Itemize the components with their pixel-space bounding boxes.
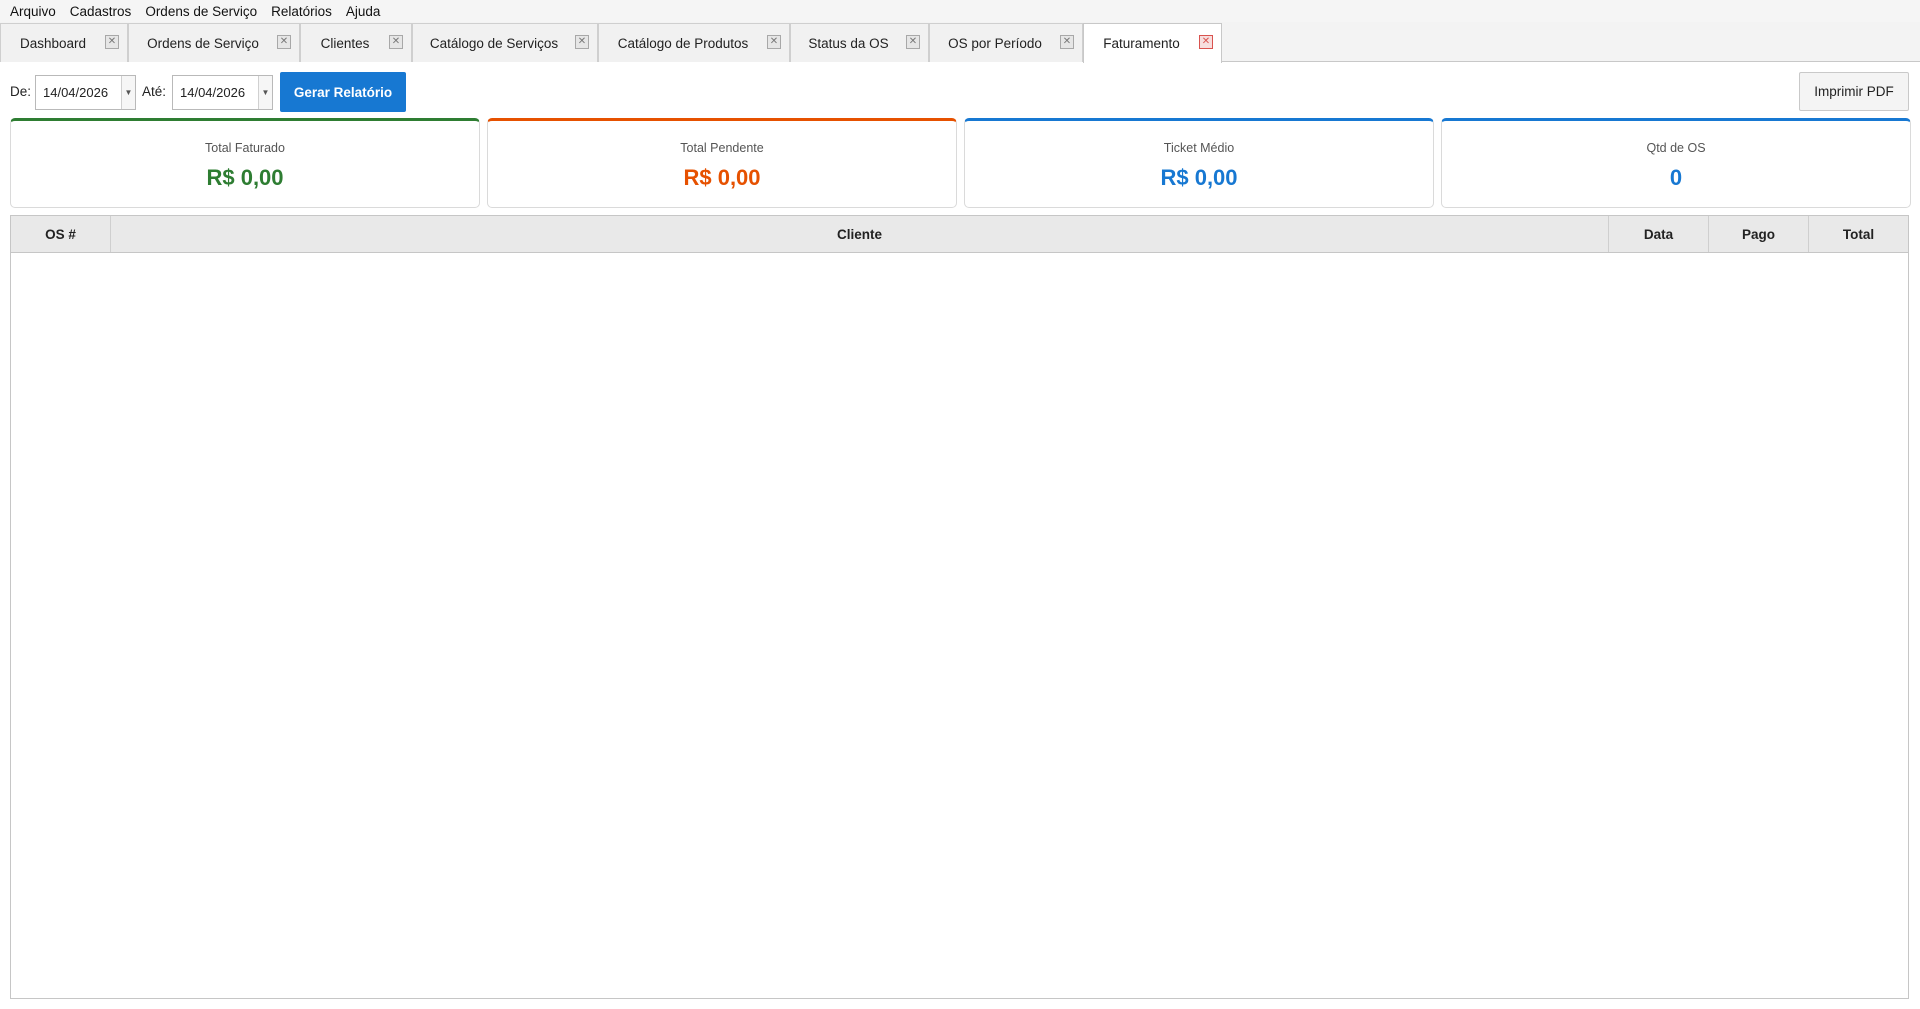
tab-label: Ordens de Serviço	[147, 35, 259, 51]
close-icon[interactable]: ✕	[767, 35, 781, 49]
chevron-down-icon[interactable]: ▼	[121, 76, 135, 109]
tab-catalogo-de-produtos[interactable]: Catálogo de Produtos ✕	[598, 23, 790, 62]
from-date-picker[interactable]: 14/04/2026 ▼	[35, 75, 136, 110]
menu-cadastros[interactable]: Cadastros	[64, 4, 138, 19]
column-header-data[interactable]: Data	[1609, 216, 1709, 252]
menu-arquivo[interactable]: Arquivo	[4, 4, 62, 19]
tab-ordens-de-servico[interactable]: Ordens de Serviço ✕	[128, 23, 300, 62]
menu-relatorios[interactable]: Relatórios	[265, 4, 338, 19]
tab-bar: Dashboard ✕ Ordens de Serviço ✕ Clientes…	[0, 22, 1920, 63]
print-pdf-button[interactable]: Imprimir PDF	[1799, 72, 1909, 111]
to-date-value: 14/04/2026	[180, 85, 246, 100]
tab-status-da-os[interactable]: Status da OS ✕	[790, 23, 929, 62]
card-value: R$ 0,00	[683, 165, 761, 190]
tab-faturamento[interactable]: Faturamento ✕	[1083, 23, 1222, 63]
card-total-faturado: Total Faturado R$ 0,00	[10, 118, 480, 208]
close-icon[interactable]: ✕	[389, 35, 403, 49]
chevron-down-icon[interactable]: ▼	[258, 76, 272, 109]
menu-ajuda[interactable]: Ajuda	[340, 4, 387, 19]
tab-catalogo-de-servicos[interactable]: Catálogo de Serviços ✕	[412, 23, 598, 62]
to-date-picker[interactable]: 14/04/2026 ▼	[172, 75, 273, 110]
close-icon[interactable]: ✕	[277, 35, 291, 49]
from-date-value: 14/04/2026	[43, 85, 109, 100]
table-header: OS # Cliente Data Pago Total	[11, 216, 1908, 253]
menu-bar: Arquivo Cadastros Ordens de Serviço Rela…	[0, 0, 1920, 22]
close-icon[interactable]: ✕	[575, 35, 589, 49]
card-label: Ticket Médio	[1163, 141, 1235, 155]
to-date-label: Até:	[142, 84, 167, 99]
column-header-total[interactable]: Total	[1809, 216, 1908, 252]
card-value: R$ 0,00	[1160, 165, 1238, 190]
card-value: R$ 0,00	[206, 165, 284, 190]
column-header-os[interactable]: OS #	[11, 216, 111, 252]
card-label: Total Pendente	[680, 141, 764, 155]
close-icon[interactable]: ✕	[906, 35, 920, 49]
close-icon[interactable]: ✕	[105, 35, 119, 49]
card-ticket-medio: Ticket Médio R$ 0,00	[964, 118, 1434, 208]
column-header-pago[interactable]: Pago	[1709, 216, 1809, 252]
card-label: Qtd de OS	[1646, 141, 1706, 155]
tab-clientes[interactable]: Clientes ✕	[300, 23, 412, 62]
tab-os-por-periodo[interactable]: OS por Período ✕	[929, 23, 1083, 62]
billing-table[interactable]: OS # Cliente Data Pago Total	[10, 215, 1909, 999]
close-icon[interactable]: ✕	[1199, 35, 1213, 49]
menu-ordens-de-servico[interactable]: Ordens de Serviço	[139, 4, 263, 19]
column-header-cliente[interactable]: Cliente	[111, 216, 1609, 252]
card-qtd-de-os: Qtd de OS 0	[1441, 118, 1911, 208]
tab-dashboard[interactable]: Dashboard ✕	[0, 23, 128, 62]
card-total-pendente: Total Pendente R$ 0,00	[487, 118, 957, 208]
generate-report-button[interactable]: Gerar Relatório	[280, 72, 406, 112]
tab-label: Catálogo de Serviços	[429, 35, 559, 51]
close-icon[interactable]: ✕	[1060, 35, 1074, 49]
tab-label: Catálogo de Produtos	[617, 35, 749, 51]
card-label: Total Faturado	[205, 141, 285, 155]
card-value: 0	[1669, 165, 1683, 190]
table-body	[11, 253, 1908, 998]
from-date-label: De:	[10, 84, 32, 99]
